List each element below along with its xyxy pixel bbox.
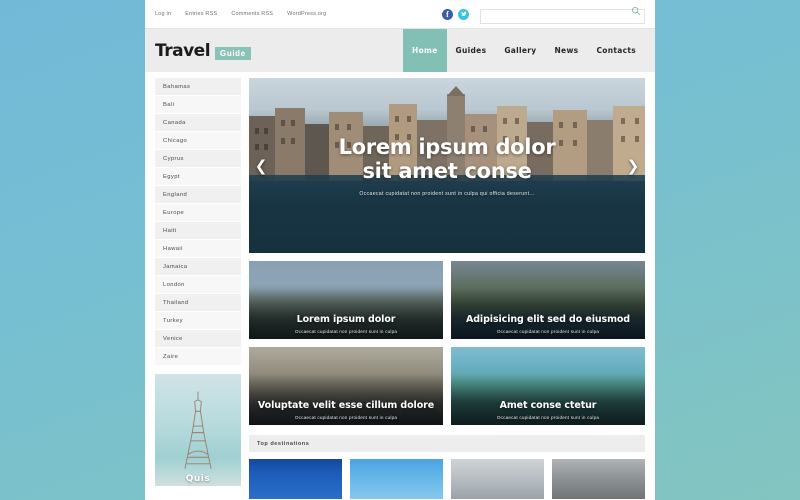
hero-title-line-2: sit amet conse — [362, 158, 532, 183]
feature-card[interactable]: Lorem ipsum dolor Occaecat cupidatat non… — [249, 261, 443, 339]
nav-end-spacer — [645, 29, 655, 72]
sidebar-promo-widget[interactable]: Quis — [155, 374, 241, 486]
card-caption: Adipisicing elit sed do eiusmod Occaecat… — [456, 314, 640, 334]
hero-subtitle: Occaecat cupidatat non proident sunt in … — [359, 191, 535, 198]
nav-item-home[interactable]: Home — [403, 29, 447, 72]
twitter-icon[interactable] — [458, 8, 469, 20]
sidebar-item-hawaii[interactable]: Hawaii — [155, 240, 241, 258]
hero-slider: Lorem ipsum dolor sit amet conse Occaeca… — [249, 78, 645, 253]
utility-bar: Log in Entries RSS Comments RSS WordPres… — [145, 0, 655, 28]
main-navigation: Home Guides Gallery News Contacts — [403, 29, 655, 72]
card-caption: Voluptate velit esse cillum dolore Occae… — [254, 400, 438, 420]
sidebar-item-canada[interactable]: Canada — [155, 114, 241, 132]
feature-card[interactable]: Adipisicing elit sed do eiusmod Occaecat… — [451, 261, 645, 339]
main-column: Lorem ipsum dolor sit amet conse Occaeca… — [249, 78, 645, 499]
sidebar-item-haiti[interactable]: Haiti — [155, 222, 241, 240]
sidebar: Bahamas Bali Canada Chicago Cyprus Egypt… — [155, 78, 241, 499]
nav-item-contacts[interactable]: Contacts — [587, 29, 645, 72]
meta-links: Log in Entries RSS Comments RSS WordPres… — [155, 11, 326, 17]
sidebar-item-europe[interactable]: Europe — [155, 204, 241, 222]
meta-link-login[interactable]: Log in — [155, 11, 171, 17]
sidebar-item-zaire[interactable]: Zaire — [155, 348, 241, 366]
top-destinations-thumbnails — [249, 459, 645, 499]
destination-thumbnail[interactable] — [451, 459, 544, 499]
feature-card[interactable]: Voluptate velit esse cillum dolore Occae… — [249, 347, 443, 425]
sidebar-item-england[interactable]: England — [155, 186, 241, 204]
sidebar-item-thailand[interactable]: Thailand — [155, 294, 241, 312]
meta-link-wordpress-org[interactable]: WordPress.org — [287, 11, 326, 17]
card-caption: Lorem ipsum dolor Occaecat cupidatat non… — [254, 314, 438, 334]
sidebar-item-bahamas[interactable]: Bahamas — [155, 78, 241, 96]
chevron-right-icon[interactable]: ❯ — [625, 155, 641, 177]
site-container: Log in Entries RSS Comments RSS WordPres… — [145, 0, 655, 500]
card-subtitle: Occaecat cupidatat non proident sunt in … — [294, 329, 398, 334]
hero-title-line-1: Lorem ipsum dolor — [338, 135, 556, 159]
search-icon[interactable] — [631, 6, 641, 16]
sidebar-item-jamaica[interactable]: Jamaica — [155, 258, 241, 276]
nav-item-gallery[interactable]: Gallery — [495, 29, 545, 72]
sidebar-item-egypt[interactable]: Egypt — [155, 168, 241, 186]
nav-item-guides[interactable]: Guides — [447, 29, 496, 72]
card-title: Adipisicing elit sed do eiusmod — [465, 314, 631, 326]
facebook-icon[interactable]: f — [442, 8, 453, 20]
sidebar-item-venice[interactable]: Venice — [155, 330, 241, 348]
sidebar-item-turkey[interactable]: Turkey — [155, 312, 241, 330]
search-field-wrapper — [480, 4, 645, 24]
hero-caption: Lorem ipsum dolor sit amet conse Occaeca… — [249, 135, 645, 198]
card-subtitle: Occaecat cupidatat non proident sunt in … — [294, 415, 398, 420]
meta-link-comments-rss[interactable]: Comments RSS — [231, 11, 273, 17]
card-subtitle: Occaecat cupidatat non proident sunt in … — [496, 415, 600, 420]
utility-bar-right: f — [442, 4, 645, 24]
card-subtitle: Occaecat cupidatat non proident sunt in … — [496, 329, 600, 334]
sidebar-promo-label: Quis — [185, 474, 211, 484]
site-header: Travel Guide Home Guides Gallery News Co… — [145, 28, 655, 72]
nav-item-news[interactable]: News — [545, 29, 587, 72]
card-title: Amet conse ctetur — [499, 400, 597, 412]
logo-badge-text: Guide — [215, 46, 251, 60]
sidebar-item-london[interactable]: London — [155, 276, 241, 294]
sidebar-item-bali[interactable]: Bali — [155, 96, 241, 114]
destination-thumbnail[interactable] — [552, 459, 645, 499]
destination-thumbnail[interactable] — [249, 459, 342, 499]
eiffel-tower-icon — [184, 391, 212, 469]
sidebar-item-chicago[interactable]: Chicago — [155, 132, 241, 150]
page-content: Bahamas Bali Canada Chicago Cyprus Egypt… — [145, 72, 655, 499]
feature-card[interactable]: Amet conse ctetur Occaecat cupidatat non… — [451, 347, 645, 425]
chevron-left-icon[interactable]: ❮ — [253, 155, 269, 177]
card-title: Lorem ipsum dolor — [296, 314, 396, 326]
meta-link-entries-rss[interactable]: Entries RSS — [185, 11, 217, 17]
search-input[interactable] — [480, 8, 645, 24]
logo-primary-text: Travel — [155, 40, 211, 61]
top-destinations-heading: Top destinations — [249, 435, 645, 452]
feature-card-grid: Lorem ipsum dolor Occaecat cupidatat non… — [249, 261, 645, 425]
sidebar-item-cyprus[interactable]: Cyprus — [155, 150, 241, 168]
card-caption: Amet conse ctetur Occaecat cupidatat non… — [456, 400, 640, 420]
destination-thumbnail[interactable] — [350, 459, 443, 499]
site-logo[interactable]: Travel Guide — [155, 41, 251, 61]
card-title: Voluptate velit esse cillum dolore — [257, 400, 435, 412]
